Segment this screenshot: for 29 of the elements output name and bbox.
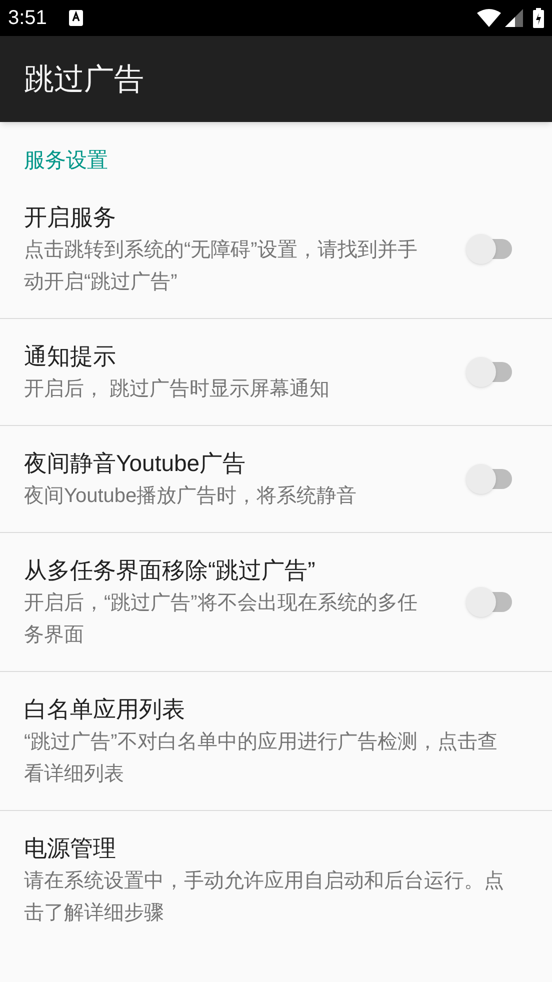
item-summary: 夜间Youtube播放广告时，将系统静音 bbox=[24, 484, 358, 509]
item-title: 白名单应用列表 bbox=[24, 695, 186, 724]
toggle-switch[interactable] bbox=[466, 463, 512, 495]
battery-icon bbox=[533, 8, 544, 28]
item-summary: 开启后，“跳过广告”将不会出现在系统的多任务界面 bbox=[24, 591, 418, 648]
settings-item[interactable]: 从多任务界面移除“跳过广告” 开启后，“跳过广告”将不会出现在系统的多任务界面 bbox=[0, 533, 552, 672]
settings-item[interactable]: 白名单应用列表 “跳过广告”不对白名单中的应用进行广告检测，点击查看详细列表 bbox=[0, 672, 552, 811]
settings-item[interactable]: 开启服务 点击跳转到系统的“无障碍”设置，请找到并手动开启“跳过广告” bbox=[0, 180, 552, 319]
item-title: 夜间静音Youtube广告 bbox=[24, 449, 247, 478]
status-time: 3:51 bbox=[8, 6, 47, 31]
settings-item[interactable]: 通知提示 开启后， 跳过广告时显示屏幕通知 bbox=[0, 319, 552, 426]
item-title: 从多任务界面移除“跳过广告” bbox=[24, 556, 316, 585]
app-title: 跳过广告 bbox=[24, 62, 144, 98]
keyboard-icon bbox=[68, 10, 83, 26]
settings-item[interactable]: 电源管理 请在系统设置中，手动允许应用自启动和后台运行。点击了解详细步骤 bbox=[0, 811, 552, 949]
item-summary: 开启后， 跳过广告时显示屏幕通知 bbox=[24, 377, 331, 402]
item-summary: “跳过广告”不对白名单中的应用进行广告检测，点击查看详细列表 bbox=[24, 730, 498, 787]
toggle-switch[interactable] bbox=[466, 586, 512, 618]
toggle-switch[interactable] bbox=[466, 356, 512, 388]
toggle-switch[interactable] bbox=[466, 233, 512, 265]
wifi-icon bbox=[477, 9, 501, 27]
signal-icon bbox=[505, 9, 523, 27]
item-summary: 点击跳转到系统的“无障碍”设置，请找到并手动开启“跳过广告” bbox=[24, 238, 418, 295]
item-title: 电源管理 bbox=[24, 834, 117, 863]
item-summary: 请在系统设置中，手动允许应用自启动和后台运行。点击了解详细步骤 bbox=[24, 869, 505, 926]
item-title: 通知提示 bbox=[24, 342, 117, 371]
item-title: 开启服务 bbox=[24, 203, 117, 232]
settings-item[interactable]: 夜间静音Youtube广告 夜间Youtube播放广告时，将系统静音 bbox=[0, 426, 552, 533]
section-header: 服务设置 bbox=[24, 149, 108, 172]
